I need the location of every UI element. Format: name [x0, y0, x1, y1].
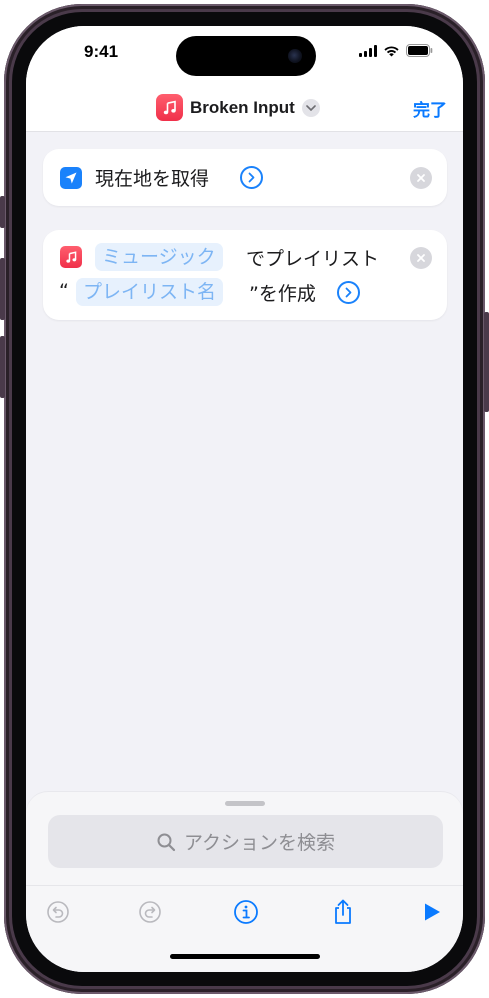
run-button[interactable] [418, 898, 446, 926]
toolbar-divider [26, 885, 463, 886]
expand-chevron-icon[interactable] [240, 166, 263, 189]
power-button [484, 312, 489, 412]
share-button[interactable] [329, 898, 357, 926]
shortcut-title-menu[interactable]: Broken Input [156, 94, 320, 121]
music-variable-token[interactable]: ミュージック [95, 243, 223, 271]
action-label: でプレイリスト [246, 248, 380, 270]
action-card-get-location[interactable]: 現在地を取得 [43, 149, 447, 206]
home-indicator [170, 954, 320, 959]
quote-open: “ [59, 280, 69, 302]
music-note-icon [60, 246, 82, 268]
close-icon [417, 174, 425, 182]
wifi-icon [384, 45, 399, 56]
volume-up-button [0, 258, 5, 320]
redo-icon [139, 901, 161, 923]
info-button[interactable] [232, 898, 260, 926]
music-note-icon [163, 100, 176, 114]
status-icons [359, 44, 433, 57]
close-icon [417, 254, 425, 262]
front-camera [288, 49, 302, 63]
action-button [0, 196, 5, 228]
dynamic-island [176, 36, 316, 76]
music-app-icon [156, 94, 183, 121]
info-icon [234, 900, 258, 924]
action-card-create-playlist[interactable]: ミュージック でプレイリスト “ プレイリスト名 ”を作成 [43, 230, 447, 320]
search-actions-field[interactable]: アクションを検索 [48, 815, 443, 868]
shortcut-title: Broken Input [190, 97, 295, 117]
battery-icon [406, 44, 433, 57]
status-time: 9:41 [84, 42, 119, 61]
search-placeholder: アクションを検索 [183, 832, 336, 854]
redo-button[interactable] [136, 898, 164, 926]
search-icon [157, 833, 176, 851]
playlist-name-token[interactable]: プレイリスト名 [76, 278, 224, 306]
screen: 9:41 Broken Input 完了 現在地を取得 ミュージック でプレイリ… [26, 26, 463, 972]
undo-button[interactable] [44, 898, 72, 926]
cellular-signal-icon [359, 44, 377, 57]
action-search-sheet: アクションを検索 [26, 792, 463, 972]
actions-canvas: 現在地を取得 ミュージック でプレイリスト “ プレイリスト名 ”を作成 [26, 132, 463, 796]
action-label: 現在地を取得 [95, 168, 210, 190]
remove-action-button[interactable] [410, 167, 432, 189]
expand-chevron-icon[interactable] [337, 281, 360, 304]
location-arrow-icon [60, 167, 82, 189]
status-bar: 9:41 [26, 26, 463, 82]
action-label-end: ”を作成 [249, 283, 316, 305]
chevron-down-icon[interactable] [301, 98, 320, 117]
play-icon [425, 903, 440, 921]
remove-action-button[interactable] [410, 247, 432, 269]
undo-icon [47, 901, 69, 923]
share-icon [335, 899, 351, 924]
navigation-bar: Broken Input 完了 [26, 82, 463, 132]
sheet-grabber[interactable] [225, 801, 265, 806]
volume-down-button [0, 336, 5, 398]
done-button[interactable]: 完了 [413, 96, 447, 121]
